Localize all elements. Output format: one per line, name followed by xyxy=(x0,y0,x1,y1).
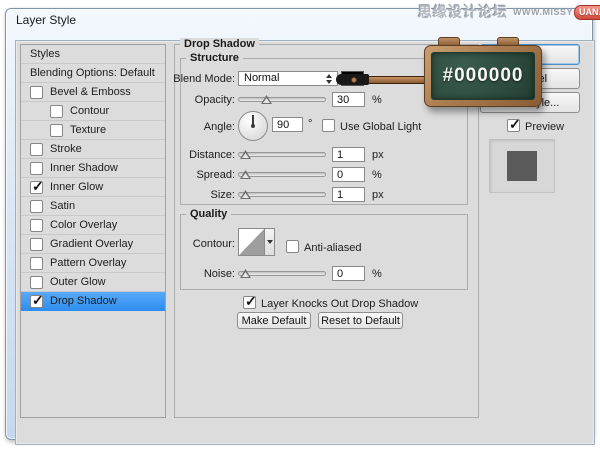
contour-label: Contour: xyxy=(140,238,235,250)
sidebar-item-label: Styles xyxy=(30,48,60,60)
use-global-light-label: Use Global Light xyxy=(340,121,421,133)
noise-slider[interactable] xyxy=(238,271,326,276)
distance-input[interactable] xyxy=(332,147,365,162)
preview-thumbnail xyxy=(507,151,537,181)
distance-slider-thumb[interactable] xyxy=(240,150,251,159)
contour-picker[interactable] xyxy=(238,228,265,256)
hex-color-value: #000000 xyxy=(443,65,524,87)
style-checkbox[interactable] xyxy=(30,86,43,99)
sidebar-item-color-overlay[interactable]: Color Overlay xyxy=(21,216,165,235)
sidebar-item-label: Satin xyxy=(50,200,75,212)
contour-dropdown-arrow-icon[interactable] xyxy=(265,228,275,256)
blend-mode-value: Normal xyxy=(244,72,279,84)
make-default-button[interactable]: Make Default xyxy=(237,312,311,329)
style-checkbox[interactable] xyxy=(30,238,43,251)
distance-unit: px xyxy=(372,149,384,161)
noise-input[interactable] xyxy=(332,266,365,281)
style-checkbox[interactable] xyxy=(30,257,43,270)
noise-unit: % xyxy=(372,268,382,280)
sidebar-item-drop-shadow[interactable]: Drop Shadow xyxy=(21,292,165,311)
window-title: Layer Style xyxy=(16,13,76,27)
sidebar-item-label: Contour xyxy=(70,105,109,117)
blend-mode-select[interactable]: Normal xyxy=(238,71,338,86)
sidebar-item-label: Gradient Overlay xyxy=(50,238,133,250)
angle-input[interactable] xyxy=(272,117,303,132)
size-slider-thumb[interactable] xyxy=(240,190,251,199)
knockout-label: Layer Knocks Out Drop Shadow xyxy=(261,298,418,310)
opacity-input[interactable] xyxy=(332,92,365,107)
color-callout-chalkboard: #000000 xyxy=(424,45,542,107)
style-checkbox[interactable] xyxy=(30,143,43,156)
angle-hub xyxy=(251,124,255,128)
updown-arrows-icon xyxy=(326,74,333,84)
size-input[interactable] xyxy=(332,187,365,202)
opacity-slider-thumb[interactable] xyxy=(261,95,272,104)
size-slider[interactable] xyxy=(238,192,326,197)
style-checkbox[interactable] xyxy=(50,124,63,137)
angle-dial[interactable] xyxy=(238,111,268,141)
noise-label: Noise: xyxy=(140,268,235,280)
distance-slider[interactable] xyxy=(238,152,326,157)
size-label: Size: xyxy=(140,189,235,201)
distance-label: Distance: xyxy=(140,149,235,161)
use-global-light-checkbox[interactable] xyxy=(322,119,335,132)
style-checkbox[interactable] xyxy=(30,219,43,232)
spread-input[interactable] xyxy=(332,167,365,182)
sidebar-item-label: Color Overlay xyxy=(50,219,117,231)
sidebar-item-label: Texture xyxy=(70,124,106,136)
opacity-unit: % xyxy=(372,94,382,106)
style-checkbox[interactable] xyxy=(30,200,43,213)
anti-aliased-label: Anti-aliased xyxy=(304,242,361,254)
preview-checkbox[interactable] xyxy=(507,119,520,132)
noise-slider-thumb[interactable] xyxy=(240,269,251,278)
structure-legend: Structure xyxy=(186,52,243,64)
watermark-url-prefix: WWW.MISSY xyxy=(513,7,573,17)
style-checkbox[interactable] xyxy=(30,181,43,194)
style-checkbox[interactable] xyxy=(30,276,43,289)
spread-slider[interactable] xyxy=(238,172,326,177)
sidebar-item-label: Drop Shadow xyxy=(50,295,117,307)
watermark: 思缘设计论坛 WWW.MISSY UAN.COM xyxy=(418,2,600,22)
style-checkbox[interactable] xyxy=(30,162,43,175)
chalkboard-surface: #000000 xyxy=(431,52,535,100)
sidebar-item-styles[interactable]: Styles xyxy=(21,45,165,64)
reset-to-default-button[interactable]: Reset to Default xyxy=(318,312,403,329)
anti-aliased-checkbox[interactable] xyxy=(286,240,299,253)
sidebar-item-label: Inner Shadow xyxy=(50,162,118,174)
preview-well xyxy=(489,139,555,193)
sidebar-item-label: Outer Glow xyxy=(50,276,106,288)
brush-tip-dot xyxy=(351,77,357,83)
blend-mode-label: Blend Mode: xyxy=(140,73,235,85)
size-unit: px xyxy=(372,189,384,201)
sidebar-item-label: Pattern Overlay xyxy=(50,257,126,269)
brush-handle xyxy=(361,76,429,84)
opacity-label: Opacity: xyxy=(140,94,235,106)
knockout-checkbox[interactable] xyxy=(243,296,256,309)
sidebar-item-label: Stroke xyxy=(50,143,82,155)
style-checkbox[interactable] xyxy=(50,105,63,118)
watermark-site-name: 思缘设计论坛 xyxy=(418,2,508,22)
sidebar-item-label: Inner Glow xyxy=(50,181,103,193)
panel-title: Drop Shadow xyxy=(180,38,259,50)
watermark-url-highlight: UAN.COM xyxy=(574,5,600,20)
sidebar-item-label: Bevel & Emboss xyxy=(50,86,131,98)
opacity-slider[interactable] xyxy=(238,97,326,102)
spread-label: Spread: xyxy=(140,169,235,181)
spread-unit: % xyxy=(372,169,382,181)
quality-legend: Quality xyxy=(186,208,231,220)
angle-label: Angle: xyxy=(140,121,235,133)
style-checkbox[interactable] xyxy=(30,295,43,308)
spread-slider-thumb[interactable] xyxy=(240,170,251,179)
angle-unit: ° xyxy=(308,118,312,130)
preview-label: Preview xyxy=(525,121,564,133)
sidebar-item-label: Blending Options: Default xyxy=(30,67,155,79)
